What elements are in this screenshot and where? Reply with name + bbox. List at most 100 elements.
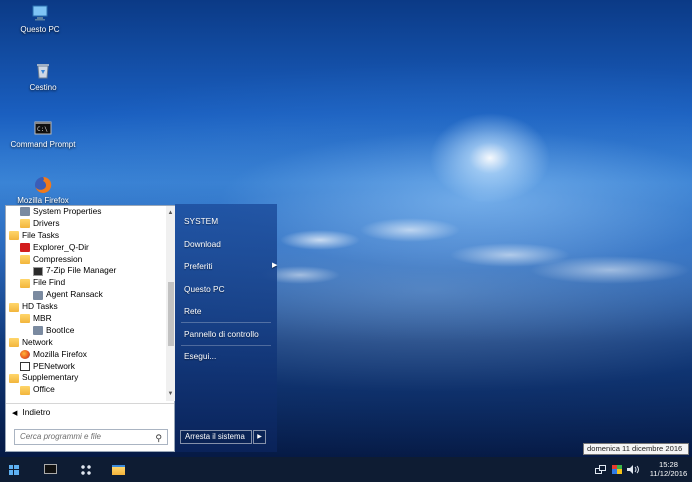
- program-list-item[interactable]: Agent Ransack: [6, 289, 164, 301]
- desktop-icon-cestino[interactable]: Cestino: [3, 63, 83, 92]
- program-label: File Find: [33, 277, 66, 288]
- submenu-arrow-icon: ▶: [272, 262, 278, 269]
- date-tooltip: domenica 11 dicembre 2016: [583, 443, 689, 455]
- back-button[interactable]: ◀ Indietro: [6, 403, 174, 419]
- search-icon[interactable]: ⚲: [155, 431, 162, 445]
- places-separator: [181, 345, 271, 346]
- q-dir-icon: [20, 243, 30, 253]
- program-label: Office: [33, 384, 55, 395]
- folder-icon: [20, 219, 30, 229]
- apps-grid-icon: [80, 464, 92, 475]
- program-list-item[interactable]: HD Tasks: [6, 301, 164, 313]
- taskbar: 15:28 11/12/2016: [0, 457, 692, 482]
- program-list-item[interactable]: File Find: [6, 277, 164, 289]
- back-arrow-icon: ◀: [12, 410, 18, 417]
- program-list-item[interactable]: Mozilla Firefox: [6, 349, 164, 361]
- search-input[interactable]: Cerca programmi e file ⚲: [14, 429, 168, 445]
- command-prompt-icon: C:\: [34, 120, 52, 136]
- recycle-bin-icon: [34, 63, 52, 79]
- windows-logo-icon: [9, 465, 19, 475]
- program-list-item[interactable]: Network: [6, 337, 164, 349]
- folder-icon: [9, 302, 19, 312]
- program-label: MBR: [33, 313, 52, 324]
- program-list-item[interactable]: MBR: [6, 313, 164, 325]
- desktop-icon-label: Questo PC: [20, 25, 60, 34]
- desktop-icon-label: Command Prompt: [10, 140, 76, 149]
- program-list-item[interactable]: Explorer_Q-Dir: [6, 242, 164, 254]
- scroll-down-arrow-icon[interactable]: ▼: [166, 389, 175, 399]
- program-label: Compression: [33, 253, 83, 264]
- taskbar-clock[interactable]: 15:28 11/12/2016: [645, 460, 692, 478]
- program-list-item[interactable]: System Properties: [6, 206, 164, 218]
- program-list-item[interactable]: Compression: [6, 254, 164, 266]
- program-label: BootIce: [46, 324, 75, 335]
- program-list-item[interactable]: Office: [6, 384, 164, 396]
- places-item-rete[interactable]: Rete: [184, 306, 202, 316]
- color-flag-icon[interactable]: [612, 465, 622, 474]
- shutdown-button[interactable]: Arresta il sistema: [180, 430, 252, 444]
- program-list-item[interactable]: Drivers: [6, 218, 164, 230]
- desktop-icon-mozilla-firefox[interactable]: Mozilla Firefox: [3, 176, 83, 205]
- folder-icon: [20, 255, 30, 264]
- program-label: Agent Ransack: [46, 289, 103, 300]
- folder-icon: [9, 373, 19, 383]
- computer-icon: [31, 5, 49, 21]
- program-list-item[interactable]: BootIce: [6, 325, 164, 337]
- places-item-preferiti[interactable]: Preferiti ▶: [184, 261, 277, 271]
- agent-ransack-icon: [33, 290, 43, 300]
- program-label: 7-Zip File Manager: [46, 265, 117, 276]
- network-icon[interactable]: [595, 465, 606, 474]
- firefox-icon: [20, 350, 30, 360]
- start-button[interactable]: [0, 457, 26, 482]
- back-label: Indietro: [22, 407, 51, 417]
- tiles-task[interactable]: [72, 457, 100, 482]
- start-menu-programs-panel: System Properties Drivers File Tasks Explor…: [5, 205, 175, 452]
- program-label: Drivers: [33, 217, 60, 228]
- start-menu-places-panel: SYSTEM Download Preferiti ▶ Questo PC Ret…: [175, 204, 277, 452]
- program-list-item[interactable]: 7-Zip File Manager: [6, 265, 164, 277]
- scroll-up-arrow-icon[interactable]: ▲: [166, 208, 175, 218]
- desktop-icon-label: Mozilla Firefox: [17, 196, 69, 205]
- firefox-icon: [34, 176, 52, 193]
- program-label: File Tasks: [22, 229, 60, 240]
- program-label: PENetwork: [33, 360, 75, 371]
- desktop-icon-label: Cestino: [29, 83, 57, 92]
- search-placeholder: Cerca programmi e file: [20, 432, 101, 441]
- program-label: System Properties: [33, 206, 102, 216]
- folder-icon: [9, 338, 19, 348]
- desktop-icon-command-prompt[interactable]: C:\ Command Prompt: [3, 120, 83, 149]
- scrollbar-thumb[interactable]: [168, 282, 174, 346]
- file-explorer-icon: [112, 465, 125, 475]
- system-properties-icon: [20, 207, 30, 217]
- program-label: Explorer_Q-Dir: [33, 241, 89, 252]
- bootice-icon: [33, 326, 43, 336]
- program-list-item[interactable]: PENetwork: [6, 361, 164, 373]
- program-label: Mozilla Firefox: [33, 348, 87, 359]
- places-item-pannello-di-controllo[interactable]: Pannello di controllo: [184, 329, 259, 339]
- folder-icon: [20, 278, 30, 288]
- folder-icon: [20, 385, 30, 395]
- file-explorer-task[interactable]: [104, 457, 132, 482]
- desktop-icon-questo-pc[interactable]: Questo PC: [0, 5, 80, 34]
- places-item-esegui[interactable]: Esegui...: [184, 351, 216, 361]
- program-list-item[interactable]: File Tasks: [6, 230, 164, 242]
- program-list-scrollbar[interactable]: ▲ ▼: [166, 206, 175, 401]
- penetwork-icon: [20, 362, 30, 372]
- program-list: System Properties Drivers File Tasks Explor…: [6, 206, 164, 401]
- places-separator: [181, 322, 271, 323]
- volume-icon[interactable]: [627, 465, 640, 474]
- folder-icon: [20, 314, 30, 324]
- command-prompt-task[interactable]: [36, 457, 64, 482]
- places-item-questo-pc[interactable]: Questo PC: [184, 284, 225, 294]
- program-label: Network: [22, 336, 53, 347]
- program-list-item[interactable]: Supplementary: [6, 372, 164, 384]
- 7zip-icon: [33, 266, 43, 276]
- places-item-download[interactable]: Download: [184, 239, 221, 249]
- clock-time: 15:28: [658, 460, 678, 469]
- shutdown-options-arrow-icon[interactable]: ▶: [253, 430, 266, 444]
- places-item-system[interactable]: SYSTEM: [184, 216, 218, 226]
- svg-text:C:\: C:\: [37, 126, 48, 133]
- program-label: HD Tasks: [22, 301, 58, 312]
- folder-icon: [9, 231, 19, 241]
- clock-date: 11/12/2016: [649, 469, 688, 478]
